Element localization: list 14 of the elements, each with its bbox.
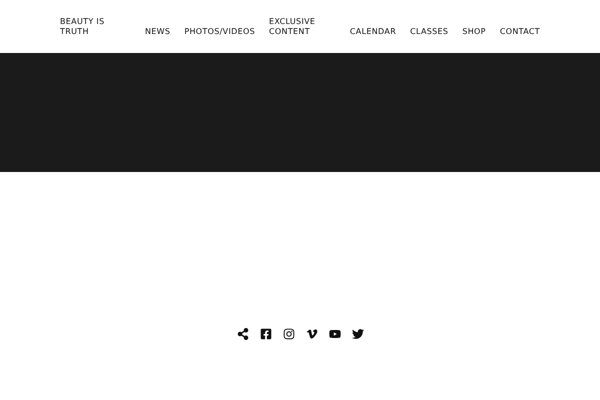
nav-link[interactable]: CALENDAR	[350, 27, 396, 37]
share-icon[interactable]	[236, 328, 248, 340]
nav-link[interactable]: CONTACT	[500, 27, 540, 37]
vimeo-icon[interactable]	[306, 328, 318, 340]
nav-link[interactable]: NEWS	[145, 27, 170, 37]
twitter-icon[interactable]	[352, 328, 364, 340]
facebook-icon[interactable]	[260, 328, 272, 340]
instagram-icon[interactable]	[282, 328, 294, 340]
nav-link[interactable]: CLASSES	[410, 27, 448, 37]
youtube-icon[interactable]	[328, 328, 340, 340]
nav-link[interactable]: SHOP	[462, 27, 486, 37]
nav-link[interactable]: PHOTOS/VIDEOS	[184, 27, 255, 37]
nav-link[interactable]: EXCLUSIVE CONTENT	[269, 17, 321, 37]
brand-link[interactable]: BEAUTY IS TRUTH	[60, 17, 115, 37]
